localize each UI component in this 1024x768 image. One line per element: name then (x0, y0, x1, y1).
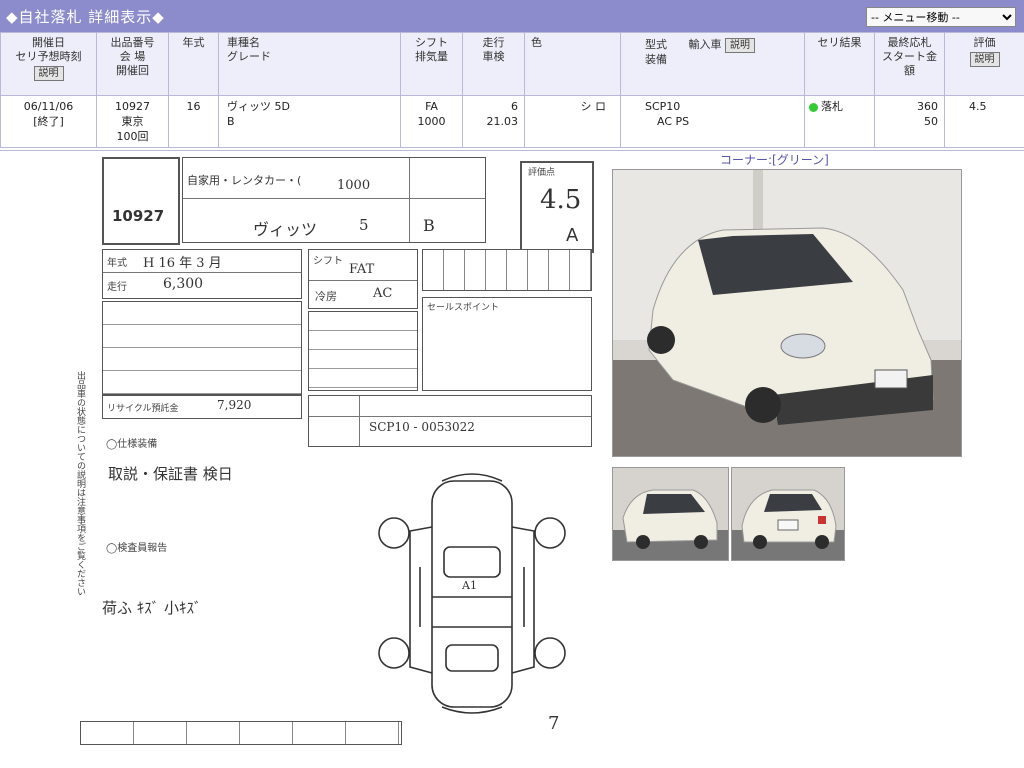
page-title: ◆自社落札 詳細表示◆ (6, 6, 165, 27)
col-lot: 出品番号 会 場 開催回 (97, 33, 169, 96)
start-price: 50 (924, 115, 938, 128)
auction-status: [終了] (33, 115, 64, 128)
sheet-lot-box: 10927 (102, 157, 180, 245)
score-help-button[interactable]: 説明 (970, 52, 1000, 67)
color: シ ロ (525, 96, 621, 148)
col-score: 評価 説明 (945, 33, 1024, 96)
sheet-recycle-box: リサイクル預託金 7,920 (102, 395, 302, 419)
main-car-photo[interactable] (612, 169, 962, 457)
car-damage-diagram: A1 (372, 467, 572, 717)
model-name: ヴィッツ 5D (227, 100, 290, 113)
displacement: 1000 (418, 115, 446, 128)
detail-panel: 出品車の状態についての説明は注意事項をご覧ください 10927 自家用・レンタカ… (0, 150, 1024, 768)
sheet-sales-point: セールスポイント (422, 297, 592, 391)
col-model: 車種名 グレード (219, 33, 401, 96)
mileage: 6 (511, 100, 518, 113)
session: 100回 (117, 130, 149, 143)
sheet-model-box: 自家用・レンタカー・( 1000 ヴィッツ 5 B (182, 157, 486, 243)
sheet-inspector-label: ◯検査員報告 (106, 539, 167, 554)
sheet-score-box: 評価点 4.5 A (520, 161, 594, 253)
sheet-grade: B (423, 216, 435, 235)
col-date: 開催日 セリ予想時刻 説明 (1, 33, 97, 96)
sheet-interior-grade: A (566, 225, 578, 246)
sheet-comment: 荷ふ ｷｽﾞ 小ｷｽﾞ (102, 597, 202, 618)
corner-label: コーナー:[グリーン] (720, 151, 829, 168)
col-result: セリ結果 (805, 33, 875, 96)
sheet-usage: 自家用・レンタカー・( (187, 172, 301, 188)
sheet-side-note: 出品車の状態についての説明は注意事項をご覧ください (74, 371, 87, 611)
col-mileage: 走行 車検 (463, 33, 525, 96)
sheet-displacement: 1000 (337, 178, 370, 193)
sheet-condition-box (102, 301, 302, 395)
sheet-year: H 16 年 3 月 (143, 252, 222, 271)
sheet-vin: SCP10 - 0053022 (369, 420, 475, 434)
header-row: 開催日 セリ予想時刻 説明 出品番号 会 場 開催回 年式 車種名 グレード シ… (1, 33, 1024, 96)
sheet-score: 4.5 (540, 185, 581, 215)
thumb-photo-front[interactable] (612, 467, 729, 561)
result-dot-icon (809, 103, 818, 112)
sheet-vin-box: SCP10 - 0053022 (308, 395, 592, 447)
thumb-photo-rear[interactable] (731, 467, 845, 561)
auction-sheet[interactable]: 出品車の状態についての説明は注意事項をご覧ください 10927 自家用・レンタカ… (72, 151, 602, 757)
sheet-doors: 5 (359, 216, 369, 234)
auction-date: 06/11/06 (24, 100, 73, 113)
sheet-equip-grid (422, 249, 592, 291)
sheet-page-number: 7 (548, 713, 559, 734)
col-type: 型式 輸入車 説明 装備 (621, 33, 805, 96)
col-shift: シフト 排気量 (401, 33, 463, 96)
title-bar: ◆自社落札 詳細表示◆ -- メニュー移動 -- (0, 0, 1024, 32)
result: 落札 (821, 100, 843, 113)
condition-mark: A1 (461, 579, 477, 592)
model-year: 16 (169, 96, 219, 148)
model-type: SCP10 (645, 100, 680, 113)
lot-info-table: 開催日 セリ予想時刻 説明 出品番号 会 場 開催回 年式 車種名 グレード シ… (0, 32, 1024, 148)
shift: FA (425, 100, 438, 113)
sheet-model: ヴィッツ (253, 216, 317, 240)
equipment: AC PS (645, 115, 689, 128)
sheet-shift: FAT (349, 262, 374, 277)
sheet-year-box: 年式 H 16 年 3 月 走行 6,300 (102, 249, 302, 299)
sheet-options-label: ◯仕様装備 (106, 435, 157, 450)
sheet-score-label: 評価点 (528, 165, 555, 178)
sheet-ac: AC (373, 286, 392, 301)
col-year: 年式 (169, 33, 219, 96)
final-bid: 360 (917, 100, 938, 113)
sheet-shift-box: シフト FAT 冷房 AC (308, 249, 418, 309)
inspection: 21.03 (487, 115, 519, 128)
sheet-equip-box (308, 311, 418, 391)
date-help-button[interactable]: 説明 (34, 66, 64, 81)
venue: 東京 (122, 115, 144, 128)
table-row: 06/11/06 [終了] 10927 東京 100回 16 ヴィッツ 5D B FA 1… (1, 96, 1024, 148)
sheet-notes: 取説・保証書 検日 (108, 463, 233, 484)
grade: B (227, 115, 235, 128)
score: 4.5 (945, 96, 1024, 148)
import-help-button[interactable]: 説明 (725, 38, 755, 53)
col-price: 最終応札 スタート金額 (875, 33, 945, 96)
sheet-bottom-strip (80, 721, 402, 745)
menu-select[interactable]: -- メニュー移動 -- (866, 7, 1016, 27)
sheet-lot-number: 10927 (112, 207, 164, 225)
lot-number: 10927 (115, 100, 150, 113)
col-color: 色 (525, 33, 621, 96)
sheet-mileage: 6,300 (163, 276, 203, 292)
sheet-recycle: 7,920 (217, 398, 251, 412)
